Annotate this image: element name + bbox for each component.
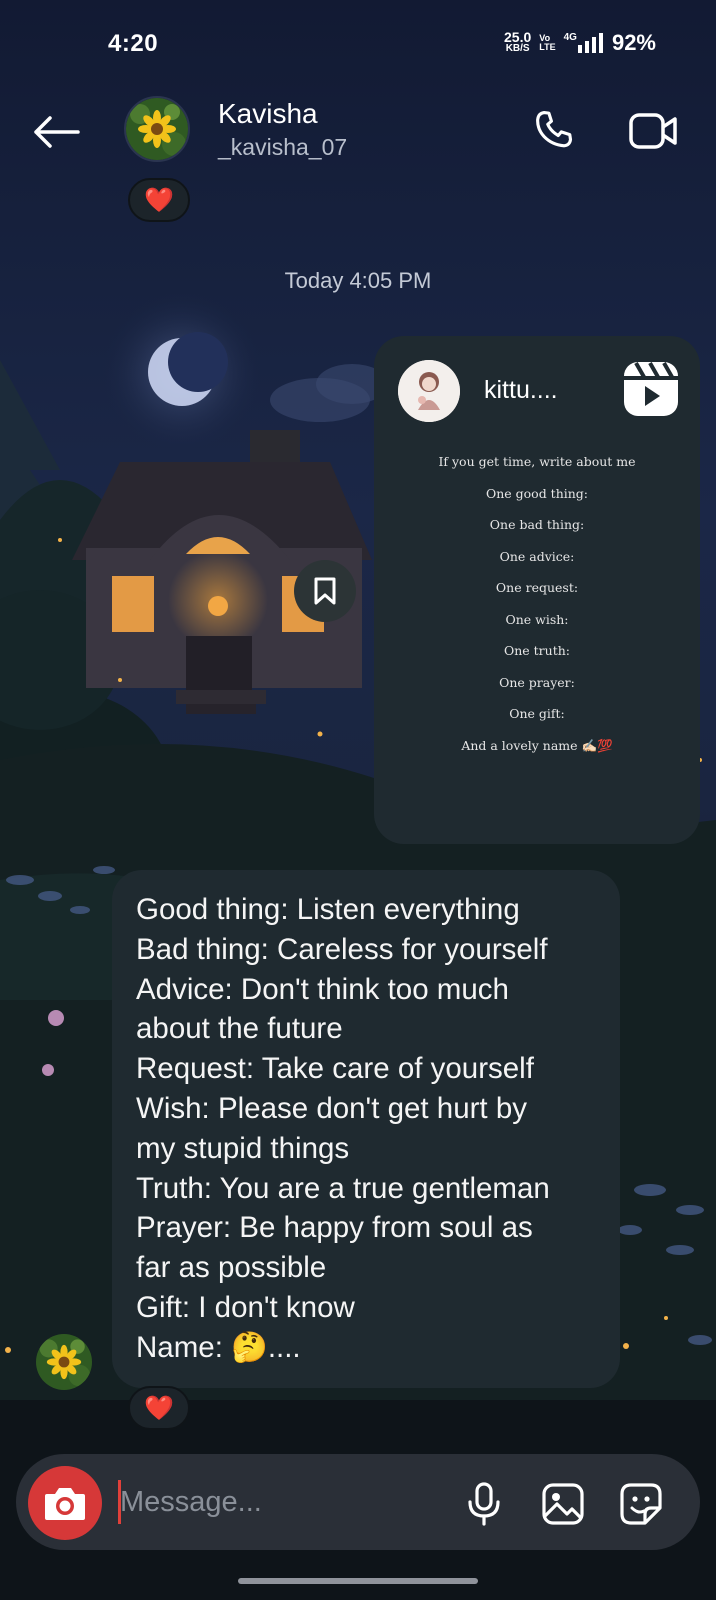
reel-caption: If you get time, write about me One good… xyxy=(374,446,700,761)
message-line: Request: Take care of yourself xyxy=(136,1052,534,1086)
contact-handle[interactable]: _kavisha_07 xyxy=(218,134,347,161)
reel-caption-line: One request: xyxy=(495,580,579,595)
bookmark-icon xyxy=(314,577,336,605)
video-call-button[interactable] xyxy=(626,106,682,156)
sticker-button[interactable] xyxy=(612,1474,670,1534)
received-message-bubble[interactable]: Good thing: Listen everything Bad thing:… xyxy=(112,870,620,1388)
back-arrow-icon xyxy=(34,116,80,148)
gallery-button[interactable] xyxy=(534,1474,592,1534)
heart-reaction[interactable]: ❤️ xyxy=(128,178,190,222)
camera-icon xyxy=(45,1488,85,1520)
message-line: Name: 🤔.... xyxy=(136,1330,301,1364)
status-indicators: 25.0 KB/S Vo LTE 4G 92% xyxy=(504,30,656,56)
network-type: 4G xyxy=(563,32,577,43)
message-line: Wish: Please don't get hurt by xyxy=(136,1091,527,1125)
battery-level: 92% xyxy=(611,30,656,55)
sticker-icon xyxy=(620,1483,662,1525)
reel-caption-line: One bad thing: xyxy=(489,517,585,532)
reel-caption-line: One gift: xyxy=(509,706,565,721)
message-line: Good thing: Listen everything xyxy=(136,893,520,926)
message-line: Truth: You are a true gentleman xyxy=(136,1171,550,1205)
gallery-icon xyxy=(542,1483,584,1525)
home-indicator[interactable] xyxy=(238,1578,478,1584)
volte-bottom: LTE xyxy=(539,42,556,52)
reel-caption-line: One advice: xyxy=(499,548,575,564)
message-line: Gift: I don't know xyxy=(136,1290,355,1324)
reel-author-avatar[interactable] xyxy=(398,360,460,422)
contact-name[interactable]: Kavisha xyxy=(218,98,318,130)
back-button[interactable] xyxy=(28,104,84,160)
camera-button[interactable] xyxy=(28,1466,102,1540)
sunflower-avatar-image xyxy=(126,98,188,160)
message-line: my stupid things xyxy=(136,1131,350,1165)
signal-icon: 4G xyxy=(564,33,604,53)
message-line: far as possible xyxy=(136,1251,327,1285)
network-speed-value: 25.0 xyxy=(504,29,532,45)
girl-illustration-avatar xyxy=(398,360,460,422)
reel-icon xyxy=(624,362,678,416)
message-line: Prayer: Be happy from soul as xyxy=(136,1211,533,1245)
heart-reaction[interactable]: ❤️ xyxy=(128,1386,190,1430)
message-timestamp: Today 4:05 PM xyxy=(284,268,432,293)
contact-avatar[interactable] xyxy=(124,96,190,162)
message-line: about the future xyxy=(136,1012,343,1046)
status-time: 4:20 xyxy=(108,30,159,57)
reel-author-username[interactable]: kittu.... xyxy=(484,376,558,405)
volte-indicator: Vo LTE xyxy=(539,34,555,52)
network-speed-unit: KB/S xyxy=(505,43,530,54)
phone-icon xyxy=(536,111,573,148)
sunflower-avatar-image xyxy=(36,1334,92,1390)
save-reel-button[interactable] xyxy=(294,560,356,622)
microphone-icon xyxy=(468,1482,500,1526)
reel-caption-line: One wish: xyxy=(505,611,569,627)
network-speed: 25.0 KB/S xyxy=(504,29,532,54)
reel-caption-line: One prayer: xyxy=(499,674,575,690)
reel-caption-line: If you get time, write about me xyxy=(438,454,636,469)
message-input[interactable] xyxy=(118,1476,420,1528)
video-camera-icon xyxy=(629,113,677,149)
shared-reel-card[interactable]: kittu.... If you get time, write about m… xyxy=(374,336,700,844)
message-line: Bad thing: Careless for yourself xyxy=(136,932,548,966)
reel-caption-line: One good thing: xyxy=(485,485,589,501)
sender-avatar[interactable] xyxy=(36,1334,92,1390)
voice-call-button[interactable] xyxy=(528,104,580,156)
reel-caption-line: And a lovely name ✍🏻💯 xyxy=(461,737,613,753)
voice-message-button[interactable] xyxy=(456,1474,512,1534)
message-line: Advice: Don't think too much xyxy=(136,972,509,1006)
reel-caption-line: One truth: xyxy=(503,643,570,658)
